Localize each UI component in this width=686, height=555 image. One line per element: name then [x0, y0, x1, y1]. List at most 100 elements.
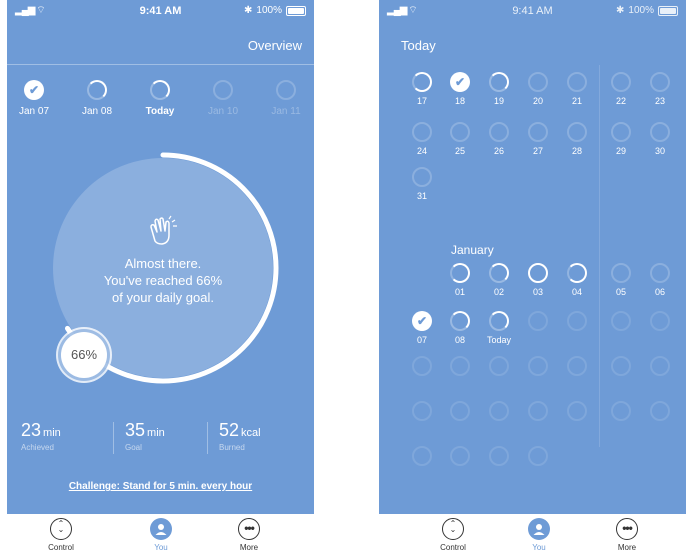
calendar-day[interactable]: 30: [643, 122, 677, 156]
calendar-day[interactable]: [482, 356, 516, 380]
calendar-day-number: 29: [615, 146, 626, 156]
day-progress-icon: [528, 446, 548, 466]
calendar-day[interactable]: [405, 356, 439, 380]
stat-achieved: 23 min Achieved: [21, 420, 121, 452]
calendar-day-number: 03: [532, 287, 543, 297]
calendar-day[interactable]: [443, 356, 477, 380]
calendar-day[interactable]: 17: [405, 72, 439, 106]
calendar-day[interactable]: 31: [405, 167, 439, 201]
day-progress-icon: [412, 356, 432, 376]
check-icon: ✔: [454, 75, 466, 89]
tab-you[interactable]: You: [509, 518, 569, 552]
stat-value: 52: [219, 420, 240, 440]
calendar-day[interactable]: 04: [560, 263, 594, 297]
challenge-link[interactable]: Challenge: Stand for 5 min. every hour: [7, 481, 314, 492]
calendar-day[interactable]: [604, 311, 638, 335]
control-icon: [50, 518, 72, 540]
calendar-day[interactable]: ✔ 07: [405, 311, 439, 345]
stat-label: Goal: [125, 443, 142, 452]
calendar-day[interactable]: [482, 401, 516, 425]
day-item[interactable]: ✔ Jan 07: [9, 80, 59, 117]
day-item[interactable]: Jan 08: [72, 80, 122, 117]
calendar-day-number: 08: [454, 335, 465, 345]
calendar-day-number: 28: [571, 146, 582, 156]
more-icon: •••: [238, 518, 260, 540]
calendar-screen-body: ▂▄▆ ⌔ 9:41 AM ✱ 100% Today 17 ✔ 18 19 20 21 22…: [379, 0, 686, 514]
message-line-1: Almost there.: [124, 256, 202, 271]
calendar-day[interactable]: 02: [482, 263, 516, 297]
day-item[interactable]: Jan 11: [261, 80, 311, 117]
check-icon: ✔: [28, 83, 40, 97]
day-progress-icon: [412, 401, 432, 421]
calendar-day[interactable]: [643, 356, 677, 380]
day-progress-icon: [611, 122, 631, 142]
day-progress-icon: [276, 80, 296, 100]
calendar-day[interactable]: [643, 311, 677, 335]
calendar-day[interactable]: 23: [643, 72, 677, 106]
stat-goal: 35 min Goal: [125, 420, 225, 452]
calendar-day[interactable]: 08: [443, 311, 477, 345]
tab-label: You: [154, 543, 168, 552]
calendar-day[interactable]: [521, 356, 555, 380]
calendar-day[interactable]: 20: [521, 72, 555, 106]
day-progress-icon: [611, 401, 631, 421]
calendar-day-number: 25: [454, 146, 465, 156]
calendar-day[interactable]: [560, 356, 594, 380]
day-progress-icon: [150, 80, 170, 100]
calendar-day[interactable]: 28: [560, 122, 594, 156]
day-progress-icon: [450, 446, 470, 466]
calendar-day[interactable]: [604, 356, 638, 380]
calendar-day-number: 21: [571, 96, 582, 106]
calendar-day[interactable]: [560, 401, 594, 425]
day-item[interactable]: Jan 10: [198, 80, 248, 117]
month-title: January: [451, 243, 494, 257]
calendar-day[interactable]: [405, 446, 439, 470]
day-label: Jan 07: [18, 106, 50, 117]
calendar-day[interactable]: 19: [482, 72, 516, 106]
calendar-day[interactable]: [604, 401, 638, 425]
stat-label: Burned: [219, 443, 245, 452]
stats-row: 23 min Achieved 35 min Goal 52 kcal Burned: [7, 420, 314, 460]
calendar-day[interactable]: [443, 446, 477, 470]
calendar-day[interactable]: [560, 311, 594, 335]
calendar-day[interactable]: [405, 401, 439, 425]
calendar-day[interactable]: ✔ 18: [443, 72, 477, 106]
calendar-day[interactable]: [521, 401, 555, 425]
calendar-day[interactable]: 01: [443, 263, 477, 297]
overview-link[interactable]: Overview: [248, 38, 302, 53]
tab-control[interactable]: Control: [31, 518, 91, 552]
calendar-day-number: 31: [416, 191, 427, 201]
calendar-day[interactable]: [521, 446, 555, 470]
calendar-day[interactable]: 05: [604, 263, 638, 297]
message-line-2: You've reached 66%: [103, 273, 223, 288]
tab-label: Control: [440, 543, 466, 552]
calendar-day[interactable]: [521, 311, 555, 335]
calendar-day[interactable]: 06: [643, 263, 677, 297]
calendar-day[interactable]: Today: [482, 311, 516, 345]
calendar-day[interactable]: [643, 401, 677, 425]
calendar-day[interactable]: 27: [521, 122, 555, 156]
day-progress-icon: [489, 401, 509, 421]
calendar-day[interactable]: [482, 446, 516, 470]
tab-you[interactable]: You: [131, 518, 191, 552]
calendar-day[interactable]: 26: [482, 122, 516, 156]
tab-control[interactable]: Control: [423, 518, 483, 552]
calendar-day[interactable]: 24: [405, 122, 439, 156]
calendar-day[interactable]: 25: [443, 122, 477, 156]
day-progress-icon: [650, 356, 670, 376]
calendar-day[interactable]: 29: [604, 122, 638, 156]
calendar-day[interactable]: [443, 401, 477, 425]
tab-more[interactable]: ••• More: [597, 518, 657, 552]
calendar-day-number: 20: [532, 96, 543, 106]
day-item[interactable]: Today: [135, 80, 185, 117]
calendar-day[interactable]: 21: [560, 72, 594, 106]
calendar-day[interactable]: 22: [604, 72, 638, 106]
day-progress-icon: [611, 356, 631, 376]
tab-more[interactable]: ••• More: [219, 518, 279, 552]
calendar-day[interactable]: 03: [521, 263, 555, 297]
week-divider: [599, 65, 600, 447]
day-progress-icon: [213, 80, 233, 100]
calendar-overview-screen: ▂▄▆ ⌔ 9:41 AM ✱ 100% Today 17 ✔ 18 19 20 21 22…: [379, 0, 686, 555]
day-progress-icon: [489, 122, 509, 142]
day-progress-icon: [450, 263, 470, 283]
